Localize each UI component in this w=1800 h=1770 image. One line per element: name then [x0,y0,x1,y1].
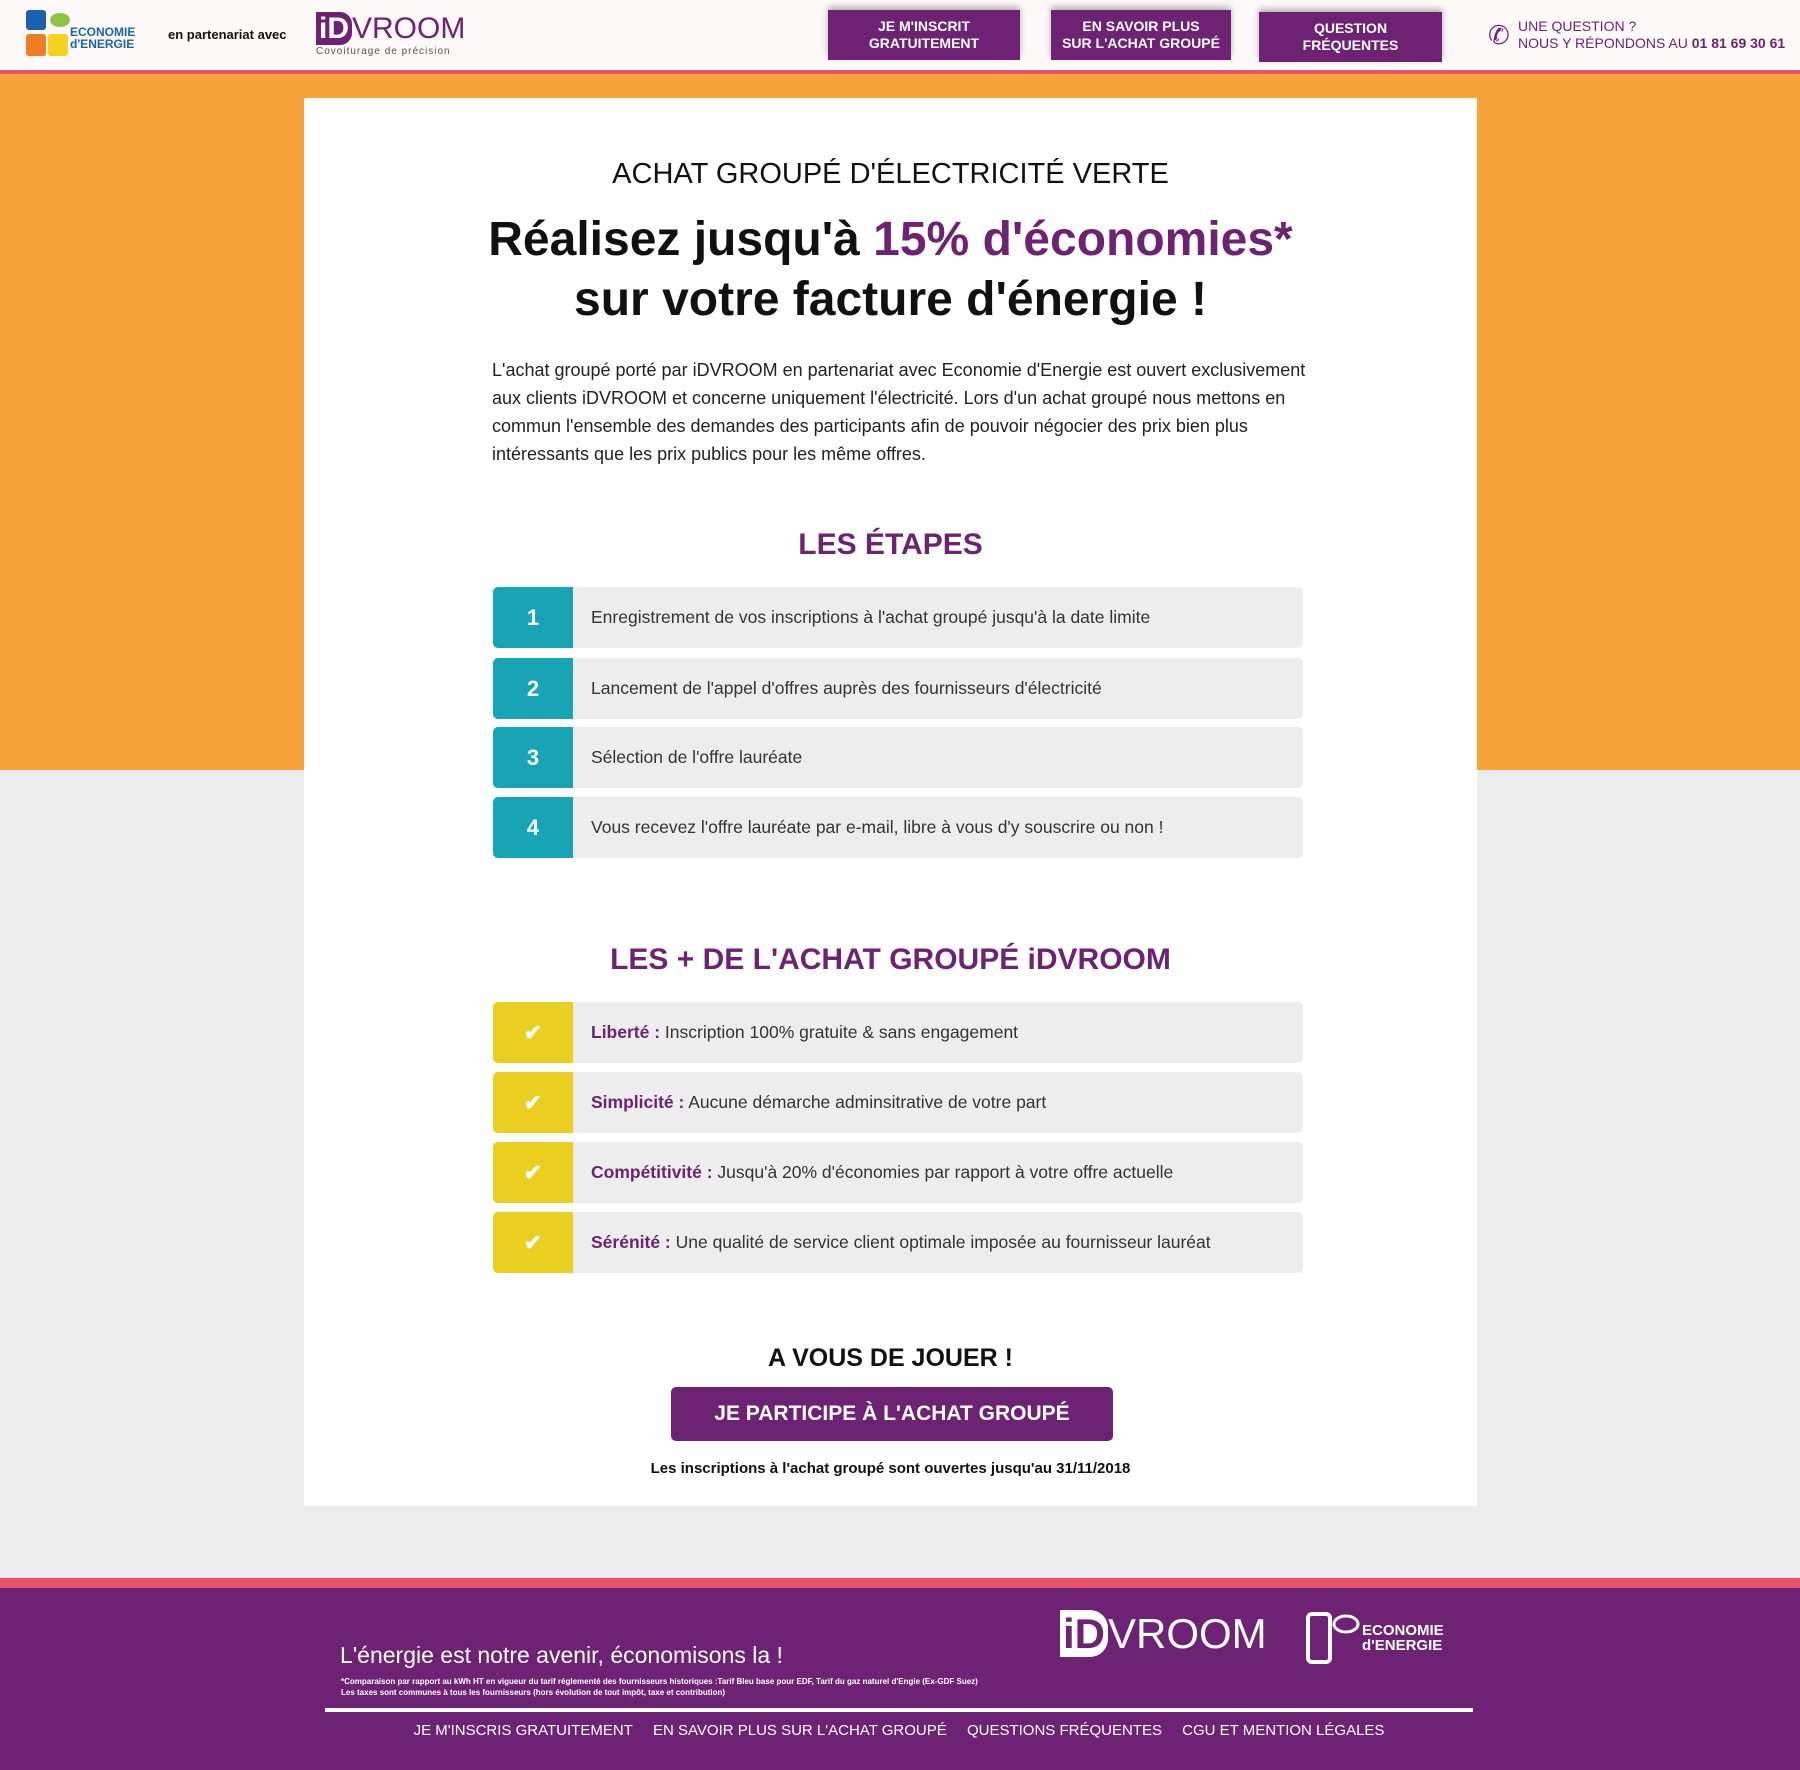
contact-info: UNE QUESTION ? NOUS Y RÉPONDONS AU 01 81… [1518,18,1785,52]
benefit-label: Compétitivité : [591,1162,713,1182]
step-row: 4 Vous recevez l'offre lauréate par e-mai… [493,797,1303,858]
step-row: 1 Enregistrement de vos inscriptions à l'… [493,587,1303,648]
nav-faq-button[interactable]: QUESTION FRÉQUENTES [1259,12,1442,62]
nav-label: SUR L'ACHAT GROUPÉ [1062,35,1220,51]
intro-paragraph: L'achat groupé porté par iDVROOM en part… [492,360,1306,464]
idvroom-tagline: Covoiturage de précision [316,46,451,57]
footer-economie-energie-logo: ECONOMIE d'ENERGIE [1306,1610,1444,1666]
benefit-text: Une qualité de service client optimale i… [670,1232,1211,1252]
benefits-title: LES + DE L'ACHAT GROUPÉ iDVROOM [610,943,1171,976]
benefit-row: ✔ Simplicité : Aucune démarche adminsitra… [493,1072,1303,1133]
benefit-row: ✔ Compétitivité : Jusqu'à 20% d'économies… [493,1142,1303,1203]
disclaimer-line: Les taxes sont communes à tous les fourn… [341,1688,726,1697]
check-icon: ✔ [493,1072,573,1133]
benefit-text: Inscription 100% gratuite & sans engagem… [660,1022,1019,1042]
check-icon: ✔ [493,1212,573,1273]
footer-idvroom-logo: iDVROOM [1060,1610,1267,1658]
disclaimer-line: *Comparaison par rapport au kWh HT en vi… [341,1677,978,1686]
step-row: 2 Lancement de l'appel d'offres auprès de… [493,658,1303,719]
step-number: 3 [493,727,573,788]
benefit-row: ✔ Sérénité : Une qualité de service clien… [493,1212,1303,1273]
benefit-label: Liberté : [591,1022,661,1042]
phone-number[interactable]: 01 81 69 30 61 [1692,35,1785,51]
cta-title: A VOUS DE JOUER ! [768,1344,1013,1372]
step-text: Sélection de l'offre lauréate [591,747,803,767]
deadline-note: Les inscriptions à l'achat groupé sont o… [650,1460,1131,1477]
footer-divider [0,1578,1800,1588]
nav-label: QUESTION [1313,20,1388,36]
headline-text: sur votre facture d'énergie ! [574,273,1207,326]
step-text: Enregistrement de vos inscriptions à l'a… [591,607,1151,627]
economie-energie-logo[interactable]: ECONOMIE d'ENERGIE [26,10,146,60]
benefit-text: Aucune démarche adminsitrative de votre … [684,1092,1047,1112]
idvroom-logo[interactable]: iD VROOM Covoiturage de précision [316,12,465,57]
headline-text: Réalisez jusqu'à [488,213,874,266]
nav-label: GRATUITEMENT [868,35,980,51]
footer-link-signup[interactable]: JE M'INSCRIS GRATUITEMENT [414,1722,633,1739]
step-number: 2 [493,658,573,719]
participate-button[interactable]: JE PARTICIPE À L'ACHAT GROUPÉ [671,1387,1113,1441]
nav-label: FRÉQUENTES [1302,37,1399,53]
phone-icon: ✆ [1488,20,1510,50]
step-row: 3 Sélection de l'offre lauréate [493,727,1303,788]
kicker-title: ACHAT GROUPÉ D'ÉLECTRICITÉ VERTE [612,158,1169,190]
footer-link-faq[interactable]: QUESTIONS FRÉQUENTES [967,1722,1162,1739]
benefit-text: Jusqu'à 20% d'économies par rapport à vo… [712,1162,1174,1182]
benefit-row: ✔ Liberté : Inscription 100% gratuite & s… [493,1002,1303,1063]
footer-links: JE M'INSCRIS GRATUITEMENT EN SAVOIR PLUS… [325,1722,1473,1739]
nav-learn-more-button[interactable]: EN SAVOIR PLUS SUR L'ACHAT GROUPÉ [1051,10,1231,60]
check-icon: ✔ [493,1142,573,1203]
step-text: Vous recevez l'offre lauréate par e-mail… [591,817,1164,837]
contact-text: NOUS Y RÉPONDONS AU [1518,35,1688,51]
footer-link-learn-more[interactable]: EN SAVOIR PLUS SUR L'ACHAT GROUPÉ [653,1722,947,1739]
steps-title: LES ÉTAPES [798,528,983,561]
step-number: 4 [493,797,573,858]
nav-label: EN SAVOIR PLUS [1082,18,1200,34]
headline-highlight: 15% d'économies* [873,213,1293,266]
footer-slogan: L'énergie est notre avenir, économisons … [340,1642,783,1668]
step-number: 1 [493,587,573,648]
footer-line [325,1708,1473,1712]
benefit-label: Simplicité : [591,1092,685,1112]
benefit-label: Sérénité : [591,1232,671,1252]
nav-label: JE M'INSCRIT [877,18,970,34]
headline: Réalisez jusqu'à 15% d'économies* sur vot… [304,210,1477,330]
nav-signup-button[interactable]: JE M'INSCRIT GRATUITEMENT [828,10,1020,60]
partner-text: en partenariat avec [168,27,287,42]
check-icon: ✔ [493,1002,573,1063]
footer-link-legal[interactable]: CGU ET MENTION LÉGALES [1182,1722,1384,1739]
step-text: Lancement de l'appel d'offres auprès des… [591,678,1102,698]
footer-disclaimer: *Comparaison par rapport au kWh HT en vi… [341,1676,978,1698]
contact-question: UNE QUESTION ? [1518,18,1637,34]
